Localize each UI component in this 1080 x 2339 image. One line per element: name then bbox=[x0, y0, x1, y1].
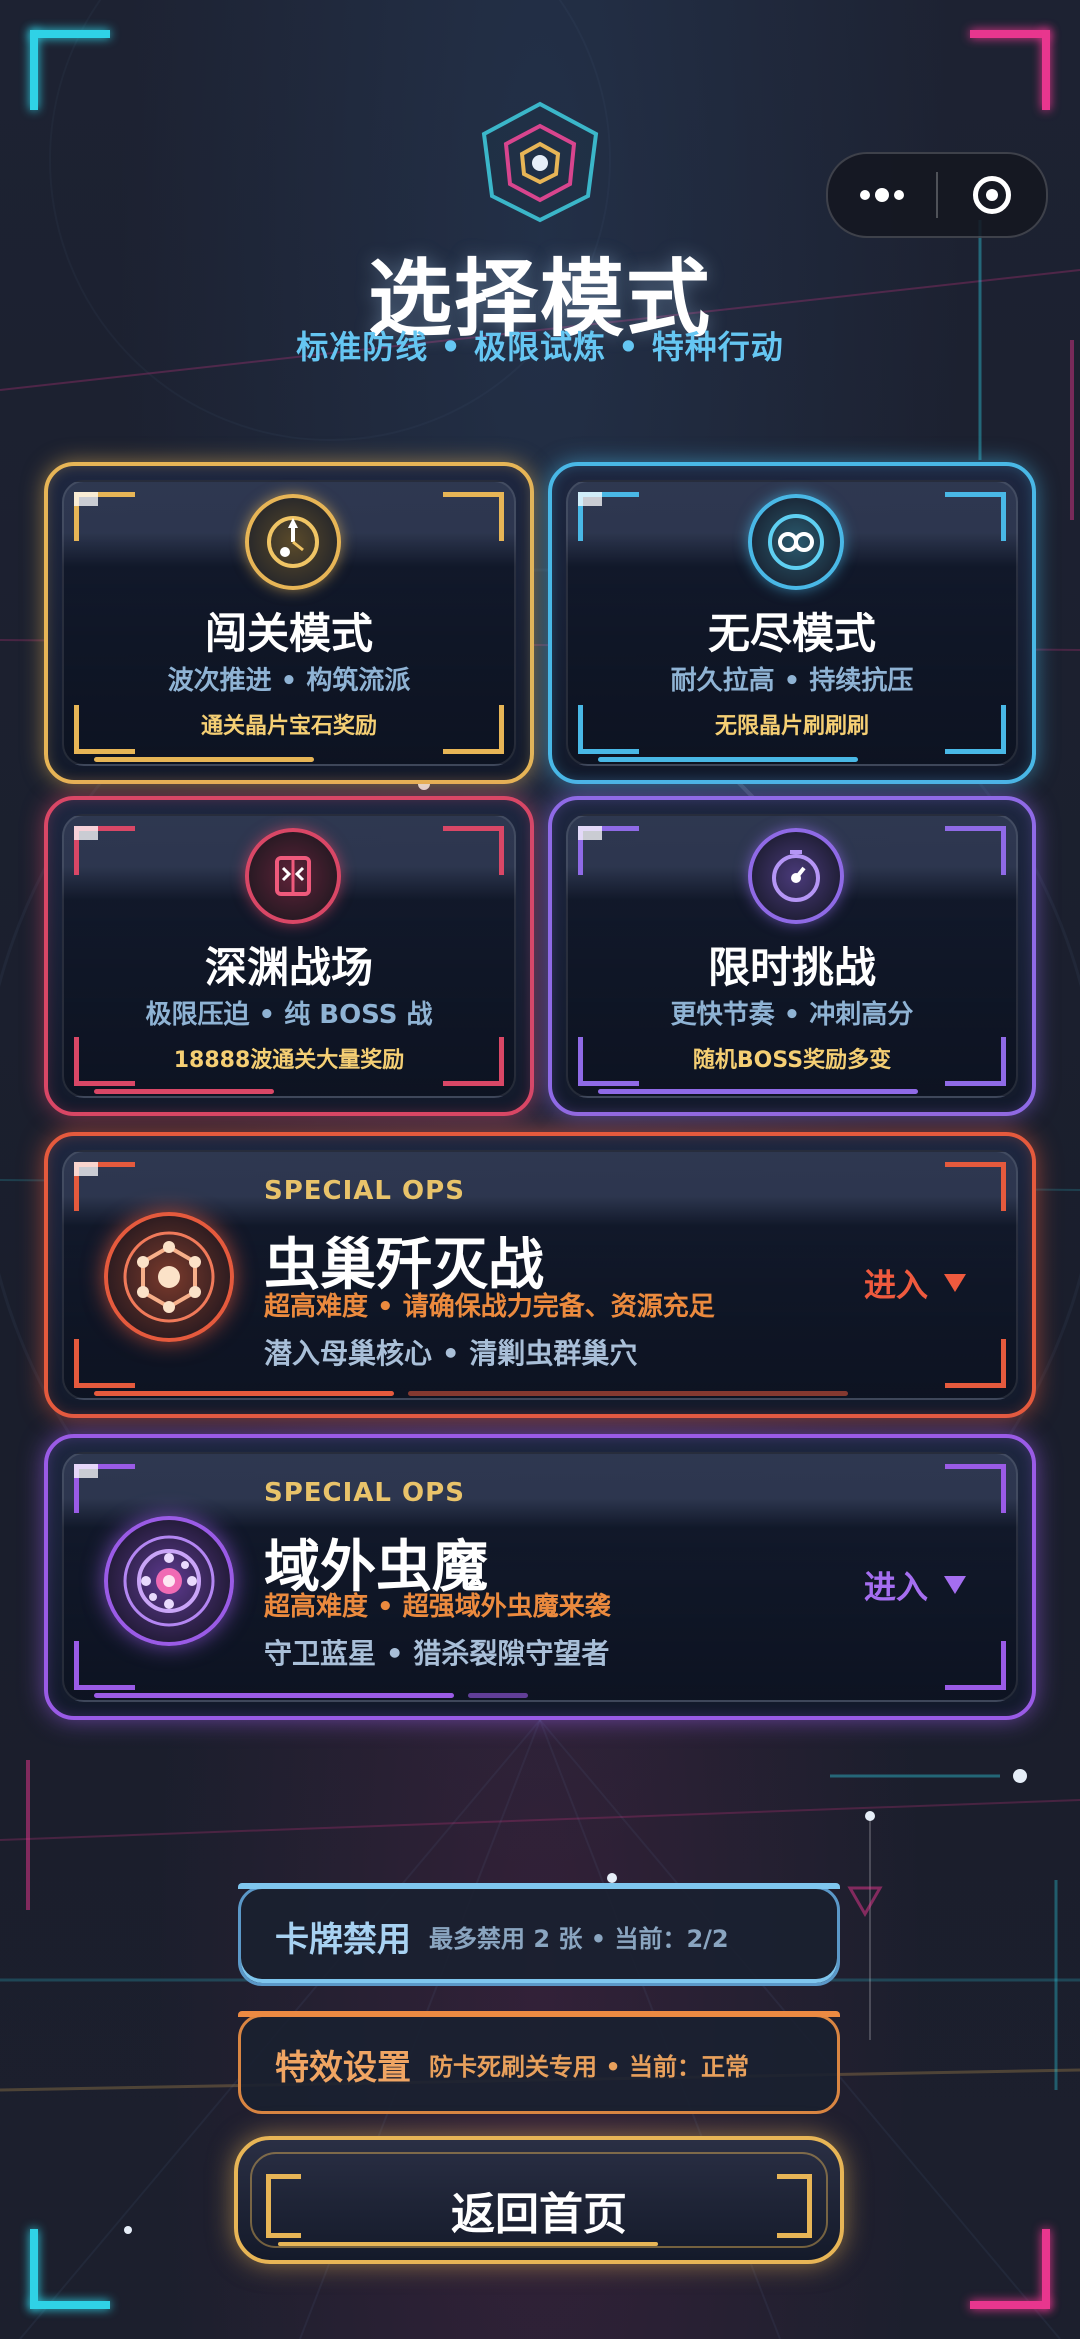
special-ops-difficulty: 超高难度 • 超强域外虫魔来袭 bbox=[264, 1592, 611, 1622]
timer-icon bbox=[748, 828, 844, 924]
corner-accent-bottom-right bbox=[970, 2229, 1050, 2309]
mode-title: 深渊战场 bbox=[204, 943, 373, 992]
mode-reward: 无限晶片刷刷刷 bbox=[714, 714, 869, 739]
enter-label: 进入 bbox=[863, 1568, 928, 1606]
hive-icon bbox=[104, 1212, 234, 1342]
logo-icon bbox=[481, 101, 599, 223]
mode-reward: 随机BOSS奖励多变 bbox=[692, 1048, 892, 1073]
mode-subtitle: 耐久拉高 • 持续抗压 bbox=[670, 666, 914, 696]
return-home-label: 返回首页 bbox=[451, 2189, 627, 2240]
mode-card-time-challenge[interactable]: 限时挑战 更快节奏 • 冲刺高分 随机BOSS奖励多变 bbox=[548, 796, 1036, 1116]
card-ban-setting[interactable]: 卡牌禁用 最多禁用 2 张 • 当前：2/2 bbox=[238, 1883, 840, 1986]
mode-subtitle: 波次推进 • 构筑流派 bbox=[167, 666, 411, 696]
special-ops-tag: SPECIAL OPS bbox=[264, 1478, 465, 1508]
chevron-down-icon bbox=[944, 1274, 966, 1292]
special-ops-tag: SPECIAL OPS bbox=[264, 1176, 465, 1206]
chevron-down-icon bbox=[944, 1576, 966, 1594]
mode-reward: 通关晶片宝石奖励 bbox=[200, 714, 377, 739]
mode-subtitle: 更快节奏 • 冲刺高分 bbox=[670, 1000, 914, 1030]
mode-title: 闯关模式 bbox=[204, 609, 373, 658]
mode-title: 限时挑战 bbox=[707, 943, 876, 992]
enter-label: 进入 bbox=[863, 1266, 928, 1304]
more-icon bbox=[860, 188, 904, 202]
mode-title: 无尽模式 bbox=[707, 609, 876, 658]
mode-reward: 18888波通关大量奖励 bbox=[173, 1048, 405, 1073]
mini-program-capsule bbox=[826, 152, 1048, 238]
card-ban-title: 卡牌禁用 bbox=[275, 1919, 411, 1960]
effects-info: 防卡死刷关专用 • 当前：正常 bbox=[429, 2052, 750, 2081]
mode-card-abyss[interactable]: 深渊战场 极限压迫 • 纯 BOSS 战 18888波通关大量奖励 bbox=[44, 796, 534, 1116]
close-button[interactable] bbox=[938, 154, 1046, 236]
abyss-gate-icon bbox=[245, 828, 341, 924]
page-subtitle: 标准防线 • 极限试炼 • 特种行动 bbox=[296, 328, 784, 366]
rift-core-icon bbox=[104, 1516, 234, 1646]
enter-button[interactable]: 进入 bbox=[864, 1260, 966, 1306]
special-ops-description: 潜入母巢核心 • 清剿虫群巢穴 bbox=[264, 1337, 638, 1370]
special-ops-card-outer-demon[interactable]: SPECIAL OPS 域外虫魔 超高难度 • 超强域外虫魔来袭 守卫蓝星 • … bbox=[44, 1434, 1036, 1720]
mode-card-campaign[interactable]: 闯关模式 波次推进 • 构筑流派 通关晶片宝石奖励 bbox=[44, 462, 534, 784]
corner-accent-top-right bbox=[970, 30, 1050, 110]
special-ops-difficulty: 超高难度 • 请确保战力完备、资源充足 bbox=[264, 1292, 715, 1322]
effects-title: 特效设置 bbox=[275, 2047, 411, 2088]
enter-button[interactable]: 进入 bbox=[864, 1562, 966, 1608]
special-ops-card-hive[interactable]: SPECIAL OPS 虫巢歼灭战 超高难度 • 请确保战力完备、资源充足 潜入… bbox=[44, 1132, 1036, 1418]
mode-card-endless[interactable]: 无尽模式 耐久拉高 • 持续抗压 无限晶片刷刷刷 bbox=[548, 462, 1036, 784]
return-home-button[interactable]: 返回首页 bbox=[234, 2136, 844, 2264]
card-ban-info: 最多禁用 2 张 • 当前：2/2 bbox=[429, 1924, 729, 1953]
infinity-icon bbox=[748, 494, 844, 590]
more-button[interactable] bbox=[828, 154, 936, 236]
corner-accent-top-left bbox=[30, 30, 110, 110]
special-ops-description: 守卫蓝星 • 猎杀裂隙守望者 bbox=[264, 1637, 610, 1670]
corner-accent-bottom-left bbox=[30, 2229, 110, 2309]
target-icon bbox=[973, 176, 1011, 214]
effects-setting[interactable]: 特效设置 防卡死刷关专用 • 当前：正常 bbox=[238, 2011, 840, 2114]
hourglass-icon bbox=[245, 494, 341, 590]
mode-subtitle: 极限压迫 • 纯 BOSS 战 bbox=[145, 1000, 433, 1030]
